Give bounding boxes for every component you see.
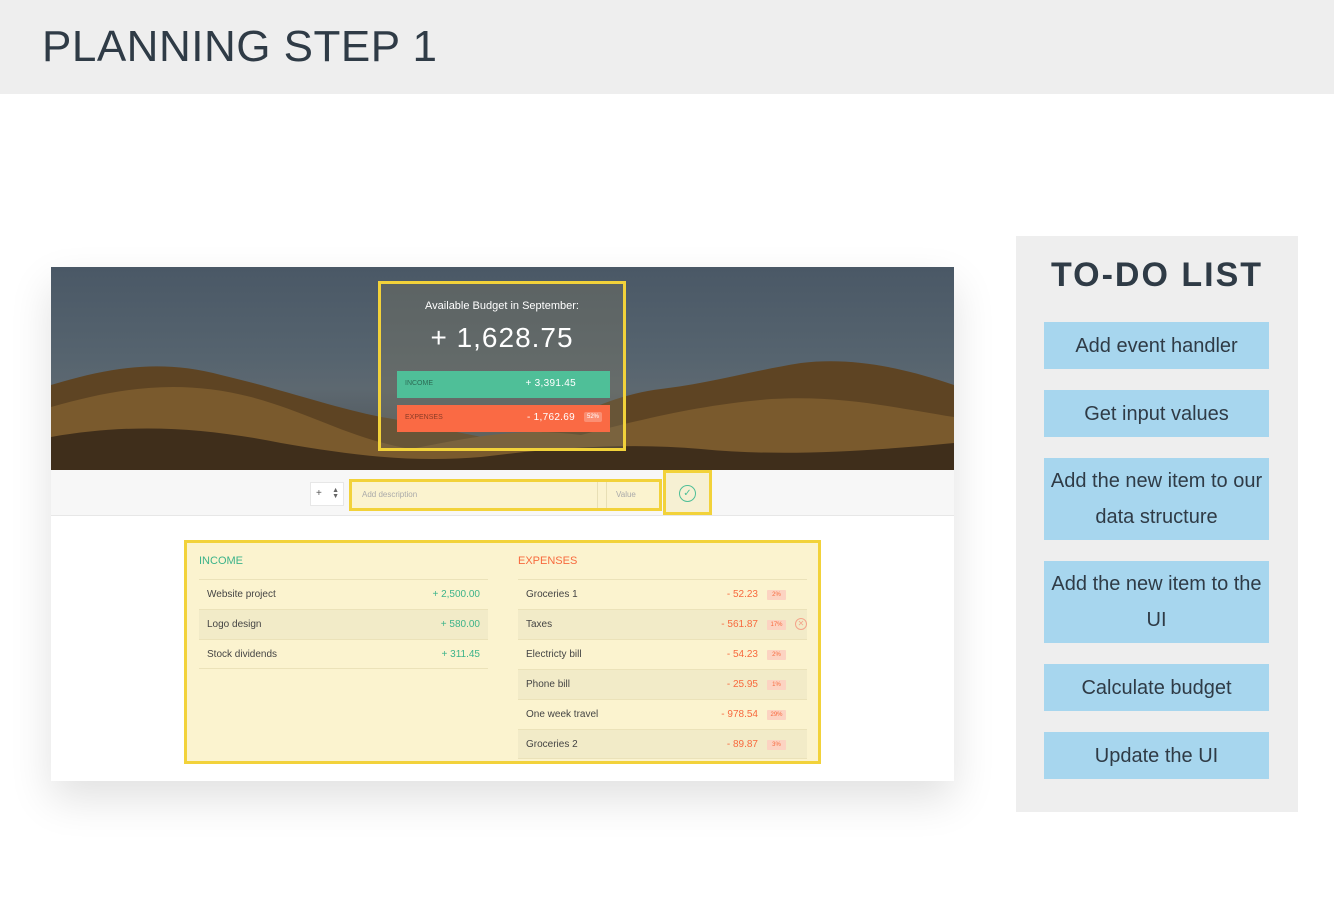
income-summary-label: INCOME (405, 380, 433, 387)
todo-item: Update the UI (1044, 732, 1269, 779)
budget-app-screenshot: Available Budget in September: + 1,628.7… (51, 267, 954, 781)
add-item-bar: + ▲ ▼ Add description Value (51, 470, 954, 516)
description-input[interactable]: Add description (352, 482, 598, 508)
list-item: Groceries 2 - 89.87 3% (518, 729, 807, 759)
item-percentage-badge: 17% (767, 620, 786, 630)
item-description: Groceries 1 (526, 589, 578, 600)
item-description: Taxes (526, 619, 553, 630)
delete-icon[interactable]: ✕ (795, 618, 807, 630)
item-percentage-badge: 2% (767, 650, 786, 660)
list-item: Groceries 1 - 52.23 2% (518, 579, 807, 609)
item-lists-highlight: INCOME Website project + 2,500.00 Logo d… (184, 540, 821, 764)
item-amount: + 580.00 (440, 619, 480, 630)
item-amount: + 311.45 (441, 649, 480, 660)
item-description: Groceries 2 (526, 739, 578, 750)
item-percentage-badge: 29% (767, 710, 786, 720)
select-arrows-icon: ▲ ▼ (332, 487, 339, 500)
expenses-summary-value: - 1,762.69 (526, 412, 575, 423)
expenses-list: EXPENSES Groceries 1 - 52.23 2% Taxes - … (518, 555, 807, 759)
income-list-title: INCOME (199, 555, 243, 567)
item-description: Stock dividends (207, 649, 278, 660)
page-title: PLANNING STEP 1 (42, 22, 438, 71)
list-item: Phone bill - 25.95 1% (518, 669, 807, 699)
item-amount: - 25.95 (726, 679, 758, 690)
list-item: Electricty bill - 54.23 2% (518, 639, 807, 669)
list-item: One week travel - 978.54 29% (518, 699, 807, 729)
expenses-summary-label: EXPENSES (405, 414, 443, 421)
todo-item: Add the new item to our data structure (1044, 458, 1269, 540)
item-amount: - 52.23 (726, 589, 758, 600)
item-amount: - 561.87 (721, 619, 758, 630)
income-summary-value: + 3,391.45 (525, 378, 576, 389)
item-amount: + 2,500.00 (432, 589, 480, 600)
checkmark-icon: ✓ (679, 485, 696, 502)
list-item: Taxes - 561.87 17% ✕ (518, 609, 807, 639)
value-input[interactable]: Value (606, 482, 659, 508)
income-summary-bar: INCOME + 3,391.45 (397, 371, 610, 398)
budget-value: + 1,628.75 (430, 322, 574, 353)
item-description: Website project (207, 589, 276, 600)
todo-item: Calculate budget (1044, 664, 1269, 711)
item-amount: - 978.54 (721, 709, 758, 720)
item-percentage-badge: 1% (767, 680, 786, 690)
type-select[interactable]: + ▲ ▼ (310, 482, 344, 506)
list-item: Stock dividends + 311.45 (199, 639, 488, 669)
todo-item: Add the new item to the UI (1044, 561, 1269, 643)
item-description: One week travel (526, 709, 599, 720)
input-fields-highlight: Add description Value (349, 479, 662, 511)
todo-item: Get input values (1044, 390, 1269, 437)
budget-summary-highlight: Available Budget in September: + 1,628.7… (378, 281, 626, 451)
budget-title: Available Budget in September: (425, 300, 579, 312)
type-select-value: + (316, 488, 322, 499)
add-button[interactable]: ✓ (663, 470, 712, 515)
expenses-list-title: EXPENSES (518, 555, 578, 567)
hero-image: Available Budget in September: + 1,628.7… (51, 267, 954, 470)
header-bar: PLANNING STEP 1 (0, 0, 1334, 94)
item-percentage-badge: 3% (767, 740, 786, 750)
item-percentage-badge: 2% (767, 590, 786, 600)
list-item: Logo design + 580.00 (199, 609, 488, 639)
list-item: Website project + 2,500.00 (199, 579, 488, 609)
item-amount: - 54.23 (726, 649, 758, 660)
todo-panel: TO-DO LIST Add event handler Get input v… (1016, 236, 1298, 812)
todo-item: Add event handler (1044, 322, 1269, 369)
item-description: Logo design (207, 619, 262, 630)
todo-title: TO-DO LIST (1050, 256, 1264, 294)
income-list: INCOME Website project + 2,500.00 Logo d… (199, 555, 488, 669)
expenses-summary-bar: EXPENSES - 1,762.69 52% (397, 405, 610, 432)
item-description: Phone bill (526, 679, 570, 690)
expenses-percentage-badge: 52% (583, 412, 602, 422)
item-description: Electricty bill (526, 649, 582, 660)
item-amount: - 89.87 (726, 739, 758, 750)
